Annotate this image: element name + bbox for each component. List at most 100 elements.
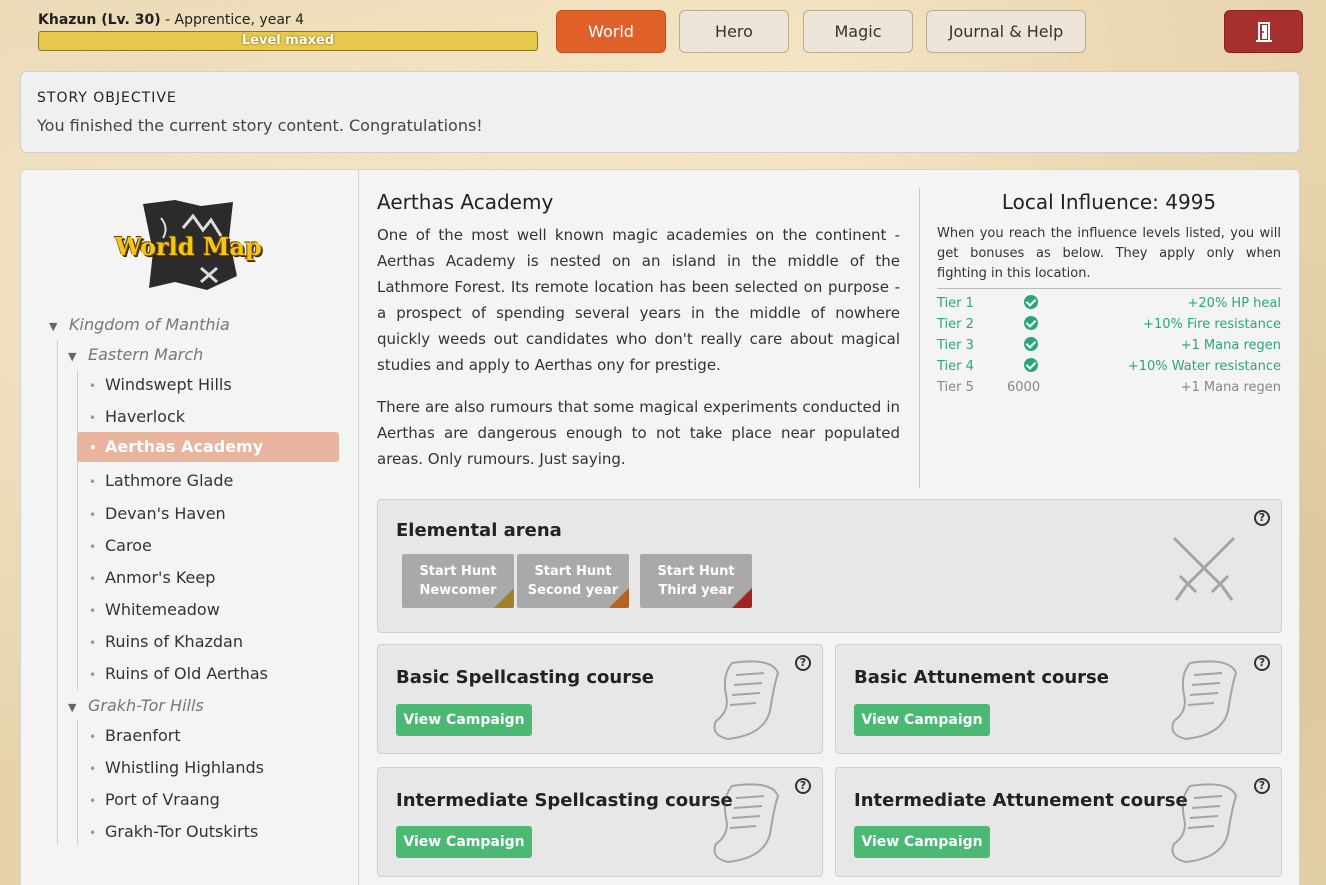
top-bar: Khazun (Lv. 30) - Apprentice, year 4 Lev… (0, 0, 1326, 62)
start-hunt-newcomer-button[interactable]: Start Hunt Newcomer (402, 554, 514, 608)
tree-item-port-of-vraang[interactable]: • Port of Vraang (89, 790, 220, 809)
tree-item-ruins-of-khazdan[interactable]: • Ruins of Khazdan (89, 632, 243, 651)
start-hunt-second-year-button[interactable]: Start Hunt Second year (517, 554, 629, 608)
start-hunt-third-year-button[interactable]: Start Hunt Third year (640, 554, 752, 608)
tree-item-label: Ruins of Khazdan (105, 632, 243, 651)
tree-group-eastern-march[interactable]: ▼ Eastern March (68, 345, 203, 364)
nav-magic-button[interactable]: Magic (803, 10, 913, 53)
tree-item-label: Braenfort (105, 726, 181, 745)
check-icon (1024, 294, 1038, 309)
hero-info: Khazun (Lv. 30) - Apprentice, year 4 Lev… (38, 12, 538, 51)
tree-group-grakh-tor-hills[interactable]: ▼ Grakh-Tor Hills (68, 696, 204, 715)
tree-line (77, 720, 78, 845)
story-objective-panel: STORY OBJECTIVE You finished the current… (20, 71, 1300, 153)
influence-title: Local Influence: 4995 (1001, 190, 1217, 214)
collapse-arrow-icon: ▼ (68, 350, 77, 363)
course-title: Basic Attunement course (854, 667, 1109, 688)
tree-line (57, 340, 58, 845)
column-divider (919, 188, 920, 488)
tree-item-label: Caroe (105, 536, 152, 555)
hero-name: Khazun (Lv. 30) (38, 12, 161, 28)
tree-item-lathmore-glade[interactable]: • Lathmore Glade (89, 471, 233, 490)
tree-item-braenfort[interactable]: • Braenfort (89, 726, 181, 745)
level-progress-bar: Level maxed (38, 31, 538, 51)
story-heading: STORY OBJECTIVE (37, 90, 177, 106)
view-campaign-button[interactable]: View Campaign (854, 704, 990, 736)
tree-group-label: Grakh-Tor Hills (88, 696, 204, 715)
tier-row: Tier 3 +1 Mana regen (937, 336, 1281, 353)
tree-item-whistling-highlands[interactable]: • Whistling Highlands (89, 758, 264, 777)
tree-item-aerthas-academy[interactable]: • Aerthas Academy (77, 432, 339, 462)
tree-item-devans-haven[interactable]: • Devan's Haven (89, 504, 226, 523)
tree-group-kingdom[interactable]: ▼ Kingdom of Manthia (49, 315, 230, 334)
location-description: One of the most well known magic academi… (377, 222, 900, 472)
tree-item-haverlock[interactable]: • Haverlock (89, 407, 185, 426)
hero-subtitle: - Apprentice, year 4 (160, 12, 305, 28)
help-icon[interactable]: ? (1254, 510, 1270, 526)
tier-row: Tier 1 +20% HP heal (937, 294, 1281, 311)
collapse-arrow-icon: ▼ (68, 701, 77, 714)
tree-item-anmors-keep[interactable]: • Anmor's Keep (89, 568, 215, 587)
world-map-sidebar: World Map ▼ Kingdom of Manthia ▼ Eastern M… (21, 170, 359, 885)
collapse-arrow-icon: ▼ (49, 320, 58, 333)
view-campaign-button[interactable]: View Campaign (396, 826, 532, 858)
course-card: Basic Spellcasting course ? View Campaig… (377, 644, 823, 754)
tree-item-whitemeadow[interactable]: • Whitemeadow (89, 600, 220, 619)
hero-line: Khazun (Lv. 30) - Apprentice, year 4 (38, 12, 538, 28)
course-title: Basic Spellcasting course (396, 667, 655, 688)
course-card: Basic Attunement course ? View Campaign (835, 644, 1282, 754)
location-title: Aerthas Academy (377, 190, 554, 214)
tree-line (77, 370, 78, 690)
tree-item-label: Port of Vraang (105, 790, 220, 809)
check-icon (1024, 336, 1038, 351)
elemental-arena-card: Elemental arena ? Start Hunt Newcomer Sta… (377, 499, 1282, 633)
influence-tiers: Tier 1 +20% HP heal Tier 2 +10% Fire resis… (937, 288, 1281, 398)
help-icon[interactable]: ? (1254, 655, 1270, 671)
tree-item-label: Whitemeadow (105, 600, 220, 619)
exit-button[interactable] (1224, 10, 1303, 53)
tree-item-label: Lathmore Glade (105, 471, 234, 490)
course-card: Intermediate Spellcasting course ? View … (377, 767, 823, 877)
location-desc-paragraph: There are also rumours that some magical… (377, 398, 900, 468)
main-panel: World Map ▼ Kingdom of Manthia ▼ Eastern M… (20, 169, 1300, 885)
check-icon (1024, 315, 1038, 330)
tier-row: Tier 5 6000 +1 Mana regen (937, 380, 1281, 395)
tree-group-label: Eastern March (88, 345, 204, 364)
scroll-icon (713, 660, 780, 741)
tree-item-ruins-of-old-aerthas[interactable]: • Ruins of Old Aerthas (89, 664, 268, 683)
world-map-logo: World Map (113, 198, 263, 298)
nav-hero-button[interactable]: Hero (679, 10, 789, 53)
view-campaign-button[interactable]: View Campaign (854, 826, 990, 858)
course-title: Intermediate Spellcasting course (396, 790, 733, 811)
tier-row: Tier 2 +10% Fire resistance (937, 315, 1281, 332)
tree-item-label: Haverlock (105, 407, 186, 426)
tier-requirement: 6000 (1007, 380, 1041, 395)
help-icon[interactable]: ? (795, 778, 811, 794)
door-exit-icon (1255, 21, 1272, 42)
tree-group-label: Kingdom of Manthia (69, 315, 230, 334)
tree-item-windswept-hills[interactable]: • Windswept Hills (89, 375, 232, 394)
tree-item-label: Windswept Hills (105, 375, 232, 394)
help-icon[interactable]: ? (795, 655, 811, 671)
world-map-title: World Map (115, 232, 262, 261)
scroll-icon (1171, 783, 1238, 864)
crossed-swords-icon (1172, 536, 1236, 601)
tree-item-label: Anmor's Keep (105, 568, 216, 587)
tier-row: Tier 4 +10% Water resistance (937, 357, 1281, 374)
help-icon[interactable]: ? (1254, 778, 1270, 794)
location-desc-paragraph: One of the most well known magic academi… (377, 226, 900, 374)
course-card: Intermediate Attunement course ? View Ca… (835, 767, 1282, 877)
tree-item-caroe[interactable]: • Caroe (89, 536, 152, 555)
tree-item-grakh-tor-outskirts[interactable]: • Grakh-Tor Outskirts (89, 822, 258, 841)
nav-journal-button[interactable]: Journal & Help (926, 10, 1086, 53)
view-campaign-button[interactable]: View Campaign (396, 704, 532, 736)
arena-title: Elemental arena (396, 520, 562, 541)
local-influence-panel: Local Influence: 4995 When you reach the… (937, 190, 1281, 398)
course-title: Intermediate Attunement course (854, 790, 1188, 811)
story-text: You finished the current story content. … (37, 116, 483, 135)
tree-item-label: Aerthas Academy (105, 437, 264, 456)
nav-world-button[interactable]: World (556, 10, 666, 53)
tree-item-label: Whistling Highlands (105, 758, 264, 777)
tree-item-label: Devan's Haven (105, 504, 226, 523)
scroll-icon (1171, 660, 1238, 741)
